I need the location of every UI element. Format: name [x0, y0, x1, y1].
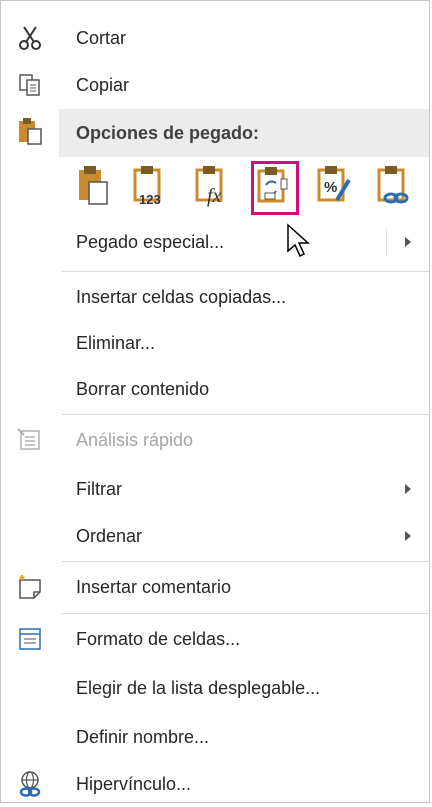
svg-text:%: % [324, 179, 337, 196]
paste-option-values[interactable]: 123 [127, 161, 175, 215]
menu-item-clear-contents[interactable]: Borrar contenido [1, 366, 429, 412]
format-cells-icon [15, 624, 45, 654]
paste-option-formulas[interactable]: fx [189, 161, 237, 215]
clipboard-icon [15, 116, 45, 146]
scissors-icon [15, 23, 45, 53]
menu-item-cut[interactable]: Cortar [1, 15, 429, 61]
menu-item-insert-copied-cells[interactable]: Insertar celdas copiadas... [1, 274, 429, 320]
menu-item-filter[interactable]: Filtrar [1, 466, 429, 512]
menu-item-copy[interactable]: Copiar [1, 62, 429, 108]
separator [61, 561, 429, 562]
paste-icon [75, 164, 111, 213]
separator [61, 271, 429, 272]
paste-special-label: Pegado especial... [76, 231, 225, 252]
svg-text:123: 123 [139, 192, 161, 207]
insert-comment-label: Insertar comentario [76, 576, 232, 597]
menu-item-paste-special[interactable]: Pegado especial... [1, 219, 429, 265]
cut-label: Cortar [76, 27, 127, 48]
clear-contents-label: Borrar contenido [76, 378, 210, 399]
menu-item-insert-comment[interactable]: Insertar comentario [1, 564, 429, 610]
pick-from-list-label: Elegir de la lista desplegable... [76, 677, 321, 698]
svg-text:fx: fx [207, 185, 222, 207]
define-name-label: Definir nombre... [76, 726, 210, 747]
menu-item-hyperlink[interactable]: Hipervínculo... [1, 761, 429, 807]
chevron-right-icon [405, 237, 411, 247]
copy-label: Copiar [76, 74, 130, 95]
delete-label: Eliminar... [76, 332, 156, 353]
paste-link-icon [375, 164, 415, 213]
paste-option-paste[interactable] [69, 161, 117, 215]
new-comment-icon [15, 572, 45, 602]
separator [61, 414, 429, 415]
context-menu: Cortar Copiar Opciones de pegado: 123 fx… [0, 0, 430, 803]
hyperlink-label: Hipervínculo... [76, 773, 192, 794]
paste-option-transpose[interactable] [251, 161, 299, 215]
paste-formulas-icon: fx [193, 164, 233, 213]
menu-item-quick-analysis: Análisis rápido [1, 417, 429, 463]
menu-item-pick-from-list[interactable]: Elegir de la lista desplegable... [1, 665, 429, 711]
paste-option-link[interactable] [371, 161, 419, 215]
hyperlink-icon [15, 769, 45, 799]
menu-item-format-cells[interactable]: Formato de celdas... [1, 616, 429, 662]
separator [61, 613, 429, 614]
quick-analysis-icon [15, 425, 45, 455]
paste-options-header: Opciones de pegado: [76, 123, 260, 143]
format-cells-label: Formato de celdas... [76, 628, 241, 649]
paste-transpose-icon [255, 165, 295, 212]
chevron-right-icon [405, 531, 411, 541]
menu-item-sort[interactable]: Ordenar [1, 513, 429, 559]
filter-label: Filtrar [76, 478, 122, 499]
menu-item-delete[interactable]: Eliminar... [1, 320, 429, 366]
chevron-right-icon [405, 484, 411, 494]
paste-formatting-icon: % [315, 164, 355, 213]
quick-analysis-label: Análisis rápido [76, 429, 194, 450]
paste-values-icon: 123 [131, 164, 171, 213]
menu-item-define-name[interactable]: Definir nombre... [1, 714, 429, 760]
sort-label: Ordenar [76, 525, 143, 546]
submenu-divider [386, 228, 387, 256]
insert-copied-cells-label: Insertar celdas copiadas... [76, 286, 287, 307]
mouse-pointer-icon [286, 223, 312, 264]
copy-icon [15, 70, 45, 100]
paste-option-formatting[interactable]: % [311, 161, 359, 215]
